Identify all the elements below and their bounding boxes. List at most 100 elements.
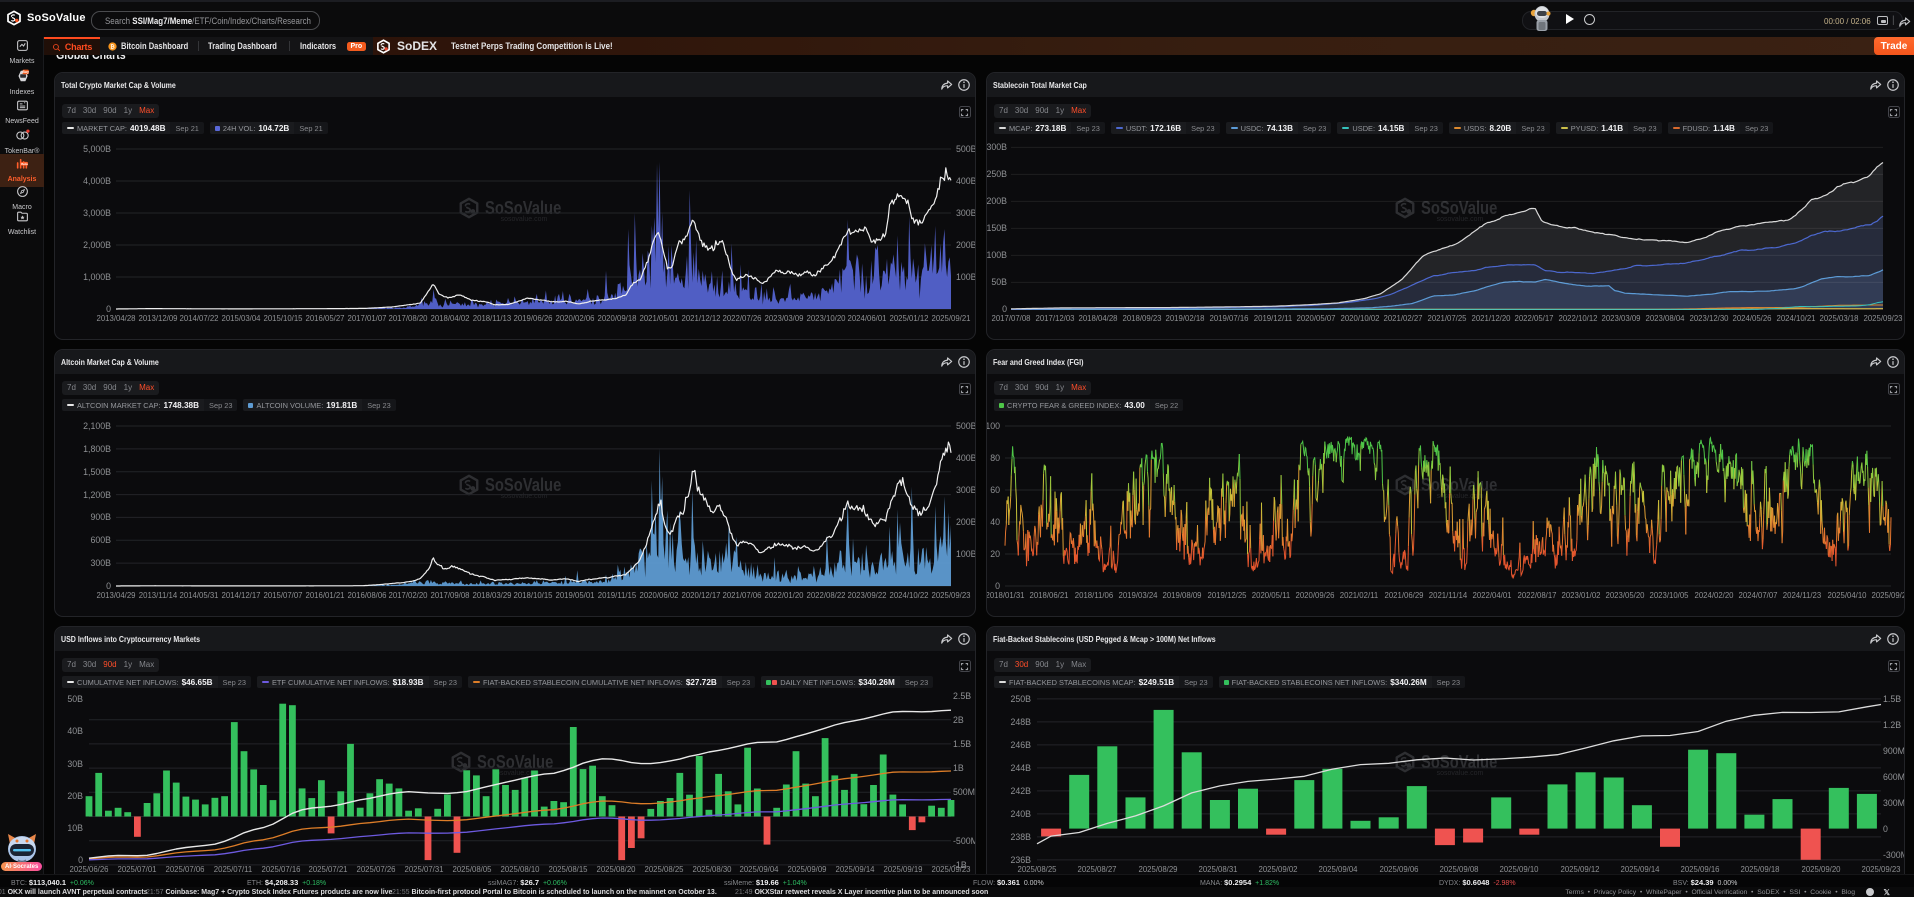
svg-text:2022/04/01: 2022/04/01 — [1472, 591, 1511, 600]
svg-text:2025/08/10: 2025/08/10 — [500, 865, 540, 874]
svg-text:2024/05/26: 2024/05/26 — [1732, 314, 1771, 323]
svg-text:2025/09/04: 2025/09/04 — [739, 865, 779, 874]
svg-text:2025/09/19: 2025/09/19 — [883, 865, 922, 874]
svg-text:300B: 300B — [956, 208, 976, 218]
svg-text:-500M: -500M — [953, 836, 976, 846]
svg-text:500B: 500B — [956, 421, 976, 431]
svg-text:100B: 100B — [987, 250, 1007, 260]
svg-text:2B: 2B — [953, 715, 964, 725]
svg-text:2025/08/25: 2025/08/25 — [644, 865, 684, 874]
svg-text:60: 60 — [990, 485, 1000, 495]
svg-text:2015/03/04: 2015/03/04 — [221, 314, 261, 323]
svg-text:2019/06/26: 2019/06/26 — [513, 314, 552, 323]
svg-text:0: 0 — [1883, 824, 1888, 834]
svg-text:2023/05/20: 2023/05/20 — [1605, 591, 1645, 600]
svg-text:2020/02/06: 2020/02/06 — [555, 314, 594, 323]
svg-text:2019/12/11: 2019/12/11 — [1254, 314, 1292, 323]
svg-text:2025/09/23: 2025/09/23 — [1863, 314, 1902, 323]
svg-text:900B: 900B — [90, 512, 111, 522]
svg-text:2014/05/31: 2014/05/31 — [179, 591, 218, 600]
svg-text:40: 40 — [990, 517, 1000, 527]
svg-text:2021/11/14: 2021/11/14 — [1429, 591, 1468, 600]
svg-text:2022/05/17: 2022/05/17 — [1514, 314, 1553, 323]
svg-text:2024/11/23: 2024/11/23 — [1783, 591, 1821, 600]
svg-text:300M: 300M — [1883, 798, 1905, 808]
svg-text:3,000B: 3,000B — [83, 208, 111, 218]
svg-text:10B: 10B — [67, 823, 83, 833]
svg-text:2020/09/26: 2020/09/26 — [1295, 591, 1334, 600]
svg-text:2015/10/15: 2015/10/15 — [263, 314, 303, 323]
svg-text:2014/07/22: 2014/07/22 — [179, 314, 218, 323]
svg-text:2.5B: 2.5B — [953, 691, 971, 701]
svg-text:2025/09/04: 2025/09/04 — [1318, 865, 1358, 874]
svg-text:20B: 20B — [67, 791, 83, 801]
svg-text:300B: 300B — [987, 142, 1007, 152]
svg-text:2017/12/03: 2017/12/03 — [1035, 314, 1074, 323]
svg-text:2022/08/22: 2022/08/22 — [806, 591, 845, 600]
svg-text:400B: 400B — [956, 453, 976, 463]
svg-text:100: 100 — [987, 421, 1000, 431]
svg-text:0: 0 — [106, 304, 111, 314]
svg-text:5,000B: 5,000B — [83, 144, 111, 154]
svg-text:2025/09/06: 2025/09/06 — [1379, 865, 1418, 874]
svg-text:2025/09/14: 2025/09/14 — [1620, 865, 1660, 874]
svg-text:2023/12/30: 2023/12/30 — [1689, 314, 1729, 323]
svg-text:2023/03/09: 2023/03/09 — [1601, 314, 1640, 323]
svg-text:0: 0 — [995, 581, 1000, 591]
svg-text:2013/04/29: 2013/04/29 — [96, 591, 135, 600]
svg-text:₿: ₿ — [110, 43, 115, 50]
svg-text:2021/05/01: 2021/05/01 — [639, 314, 678, 323]
svg-text:900M: 900M — [1883, 746, 1905, 756]
svg-text:100B: 100B — [956, 272, 976, 282]
svg-text:1.2B: 1.2B — [1883, 720, 1901, 730]
svg-text:0: 0 — [1002, 304, 1007, 314]
svg-text:2019/05/01: 2019/05/01 — [555, 591, 594, 600]
svg-text:500B: 500B — [956, 144, 976, 154]
svg-text:2025/07/31: 2025/07/31 — [404, 865, 443, 874]
svg-text:2023/10/05: 2023/10/05 — [1649, 591, 1689, 600]
svg-text:-300M: -300M — [1883, 850, 1905, 860]
svg-text:2022/08/17: 2022/08/17 — [1517, 591, 1556, 600]
svg-text:2018/04/28: 2018/04/28 — [1078, 314, 1117, 323]
svg-text:2016/08/06: 2016/08/06 — [347, 591, 386, 600]
svg-text:2023/08/04: 2023/08/04 — [1645, 314, 1685, 323]
svg-text:100B: 100B — [956, 549, 976, 559]
svg-text:2022/10/12: 2022/10/12 — [1558, 314, 1597, 323]
svg-text:2024/02/20: 2024/02/20 — [1694, 591, 1734, 600]
svg-text:2025/09/10: 2025/09/10 — [1499, 865, 1539, 874]
svg-text:2021/12/12: 2021/12/12 — [681, 314, 720, 323]
svg-text:2020/10/02: 2020/10/02 — [1340, 314, 1379, 323]
svg-text:2025/08/31: 2025/08/31 — [1198, 865, 1237, 874]
svg-text:2025/08/27: 2025/08/27 — [1077, 865, 1116, 874]
svg-text:200B: 200B — [956, 517, 976, 527]
svg-text:236B: 236B — [1010, 855, 1031, 865]
svg-text:2025/09/18: 2025/09/18 — [1740, 865, 1779, 874]
svg-text:2016/05/27: 2016/05/27 — [305, 314, 344, 323]
svg-text:2025/07/11: 2025/07/11 — [214, 865, 252, 874]
svg-text:2025/09/23: 2025/09/23 — [931, 591, 970, 600]
svg-text:50B: 50B — [991, 277, 1007, 287]
svg-text:2018/10/15: 2018/10/15 — [513, 591, 553, 600]
svg-text:238B: 238B — [1010, 832, 1031, 842]
svg-text:2025/09/02: 2025/09/02 — [1258, 865, 1297, 874]
svg-text:2016/01/21: 2016/01/21 — [305, 591, 344, 600]
svg-text:2025/09/20: 2025/09/20 — [1801, 865, 1841, 874]
svg-text:20: 20 — [990, 549, 1000, 559]
svg-text:150B: 150B — [987, 223, 1007, 233]
svg-text:2019/02/18: 2019/02/18 — [1165, 314, 1204, 323]
svg-text:2025/08/15: 2025/08/15 — [548, 865, 588, 874]
svg-text:2018/06/21: 2018/06/21 — [1029, 591, 1068, 600]
svg-text:Beta: Beta — [21, 161, 28, 165]
svg-text:1,000B: 1,000B — [83, 272, 111, 282]
svg-text:250B: 250B — [1010, 694, 1031, 704]
svg-text:2025/08/29: 2025/08/29 — [1138, 865, 1177, 874]
svg-text:240B: 240B — [1010, 809, 1031, 819]
svg-text:1.5B: 1.5B — [953, 739, 971, 749]
svg-text:2025/09/23: 2025/09/23 — [1861, 865, 1900, 874]
svg-text:2024/10/21: 2024/10/21 — [1776, 314, 1815, 323]
svg-text:600B: 600B — [90, 535, 111, 545]
svg-text:2024/07/07: 2024/07/07 — [1738, 591, 1777, 600]
svg-text:2017/09/08: 2017/09/08 — [430, 591, 469, 600]
svg-text:2021/02/11: 2021/02/11 — [1340, 591, 1378, 600]
svg-text:2017/07/08: 2017/07/08 — [991, 314, 1030, 323]
